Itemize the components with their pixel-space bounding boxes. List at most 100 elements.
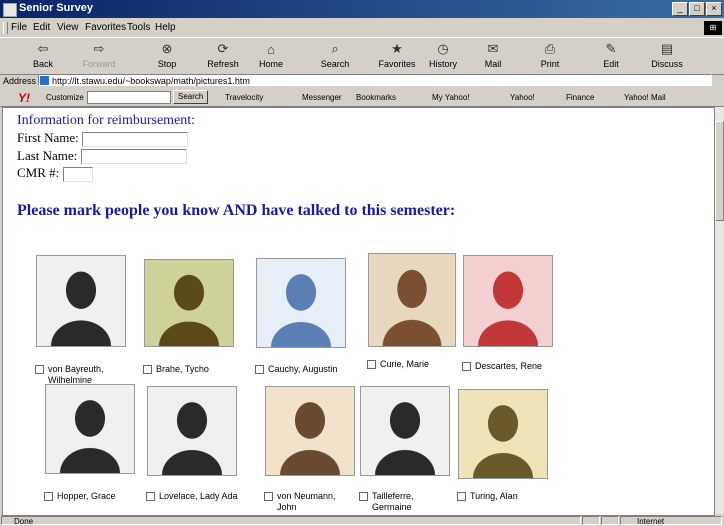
portrait-curie-marie: [368, 253, 456, 347]
ie-icon: [3, 3, 17, 17]
menu-edit[interactable]: Edit: [33, 22, 50, 33]
toolbar-button-label: Favorites: [378, 59, 416, 69]
toolbar-button-label: Mail: [484, 59, 502, 69]
stop-button[interactable]: ⊗ Stop: [144, 40, 190, 69]
portrait-tailleferre-germaine: [360, 386, 450, 476]
checkbox-turing-alan[interactable]: [457, 492, 466, 501]
toolbar-button-label: Discuss: [651, 59, 683, 69]
history-icon: ◷: [437, 41, 449, 56]
forward-button[interactable]: ⇨ Forward: [76, 40, 122, 69]
last-name-label: Last Name:: [17, 147, 78, 163]
toolbar-button-label: Stop: [157, 59, 177, 69]
history-button[interactable]: ◷ History: [420, 40, 466, 69]
travelocity-link[interactable]: Travelocity: [225, 93, 263, 102]
discuss-button[interactable]: ▤ Discuss: [644, 40, 690, 69]
yahoo-mail-link[interactable]: Yahoo! Mail: [624, 93, 666, 102]
print-button[interactable]: ⎙ Print: [527, 40, 573, 69]
person-name: von Bayreuth, Wilhelmine: [48, 364, 104, 385]
toolbar-button-label: Forward: [82, 59, 116, 69]
reimbursement-form: Information for reimbursement: First Nam…: [17, 112, 195, 182]
refresh-icon: ⟳: [217, 41, 229, 56]
menu-file[interactable]: File: [11, 22, 27, 33]
checkbox-tailleferre-germaine[interactable]: [359, 492, 368, 501]
search-button[interactable]: ⌕ Search: [312, 40, 358, 69]
address-label: Address: [3, 76, 37, 86]
discuss-icon: ▤: [660, 41, 674, 56]
mail-button[interactable]: ✉ Mail: [470, 40, 516, 69]
window-title: Senior Survey: [19, 2, 93, 14]
portrait-cauchy-augustin: [256, 258, 346, 348]
toolbar-button-label: Print: [540, 59, 560, 69]
forward-arrow-icon: ⇨: [93, 41, 105, 56]
toolbar-button-label: Back: [32, 59, 53, 69]
address-field[interactable]: http://lt.stawu.edu/~bookswap/math/pictu…: [38, 74, 712, 86]
yahoo-link[interactable]: Yahoo!: [510, 93, 535, 102]
title-bar: Senior Survey _ □ ×: [0, 0, 724, 18]
portrait-lovelace-lady-ada: [147, 386, 237, 476]
checkbox-descartes-rene[interactable]: [462, 362, 471, 371]
page-icon: [40, 76, 49, 85]
yahoo-search-button[interactable]: Search: [173, 90, 209, 104]
toolbar-button-label: Edit: [603, 59, 619, 69]
checkbox-brahe-tycho[interactable]: [143, 365, 152, 374]
menu-favorites[interactable]: Favorites: [85, 22, 126, 33]
favorites-button[interactable]: ★ Favorites: [374, 40, 420, 69]
edit-icon: ✎: [605, 41, 617, 56]
messenger-link[interactable]: Messenger: [302, 93, 342, 102]
portrait-hopper-grace: [45, 384, 135, 474]
cmr-label: CMR #:: [17, 165, 60, 181]
close-button[interactable]: ×: [706, 2, 722, 16]
standard-toolbar: ⇦ Back ⇨ Forward ⊗ Stop ⟳ Refresh ⌂ Home ⌕ Search ★ F…: [0, 37, 724, 75]
checkbox-hopper-grace[interactable]: [44, 492, 53, 501]
status-text: Done: [14, 517, 34, 526]
person-name: Turing, Alan: [470, 491, 518, 501]
first-name-label: First Name:: [17, 130, 79, 145]
finance-link[interactable]: Finance: [566, 93, 594, 102]
my-yahoo-link[interactable]: My Yahoo!: [432, 93, 470, 102]
person-name: Brahe, Tycho: [156, 364, 209, 374]
menu-tools[interactable]: Tools: [127, 22, 150, 33]
customize-link[interactable]: Customize: [46, 93, 84, 102]
scrollbar-thumb[interactable]: [715, 121, 724, 221]
toolbar-button-label: Home: [258, 59, 283, 69]
person-name: Descartes, Rene: [475, 361, 543, 371]
person-name: Curie, Marie: [380, 359, 430, 369]
yahoo-search-input[interactable]: [87, 91, 171, 104]
person-name: Cauchy, Augustin: [268, 364, 338, 374]
checkbox-von-neumann-john[interactable]: [264, 492, 273, 501]
back-arrow-icon: ⇦: [37, 41, 49, 56]
form-heading: Information for reimbursement:: [17, 113, 196, 128]
mail-icon: ✉: [487, 41, 499, 56]
menu-view[interactable]: View: [57, 22, 79, 33]
portrait-turing-alan: [458, 389, 548, 479]
menu-help[interactable]: Help: [155, 22, 176, 33]
maximize-button[interactable]: □: [689, 2, 705, 16]
cmr-field[interactable]: [62, 166, 93, 182]
refresh-button[interactable]: ⟳ Refresh: [200, 40, 246, 69]
toolbar-grip[interactable]: [3, 22, 8, 34]
home-icon: ⌂: [267, 41, 275, 57]
yahoo-toolbar: Y! Customize Search Travelocity Messenge…: [0, 89, 724, 107]
survey-prompt: Please mark people you know AND have tal…: [17, 202, 456, 219]
checkbox-cauchy-augustin[interactable]: [255, 365, 264, 374]
yahoo-logo-icon[interactable]: Y!: [18, 91, 30, 105]
checkbox-curie-marie[interactable]: [367, 360, 376, 369]
vertical-scrollbar[interactable]: [715, 107, 724, 514]
last-name-field[interactable]: [80, 149, 187, 165]
checkbox-lovelace-lady-ada[interactable]: [146, 492, 155, 501]
toolbar-button-label: Refresh: [207, 59, 239, 69]
bookmarks-link[interactable]: Bookmarks: [356, 93, 396, 102]
home-button[interactable]: ⌂ Home: [248, 40, 294, 70]
edit-button[interactable]: ✎ Edit: [588, 40, 634, 69]
search-icon: ⌕: [331, 41, 339, 56]
portrait-brahe-tycho: [144, 259, 234, 347]
first-name-field[interactable]: [82, 131, 188, 147]
checkbox-von-bayreuth-wilhelmine[interactable]: [35, 365, 44, 374]
windows-logo-icon: ⊞: [704, 21, 722, 35]
print-icon: ⎙: [544, 41, 556, 56]
minimize-button[interactable]: _: [672, 2, 688, 16]
person-name: Lovelace, Lady Ada: [159, 491, 238, 501]
back-button[interactable]: ⇦ Back: [20, 40, 66, 69]
browser-window: Senior Survey _ □ × File Edit View Favor…: [0, 0, 724, 526]
portrait-descartes-rene: [463, 255, 553, 347]
